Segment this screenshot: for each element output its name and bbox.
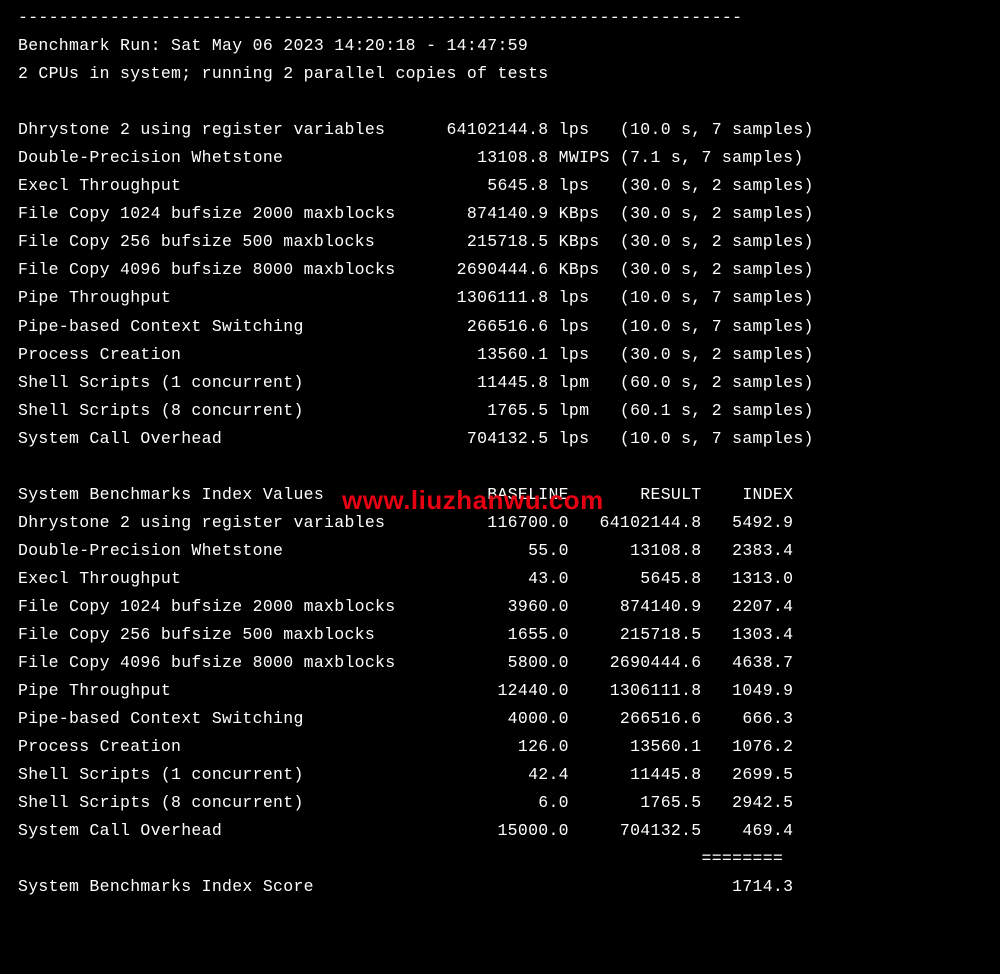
- terminal-output: ----------------------------------------…: [0, 0, 1000, 974]
